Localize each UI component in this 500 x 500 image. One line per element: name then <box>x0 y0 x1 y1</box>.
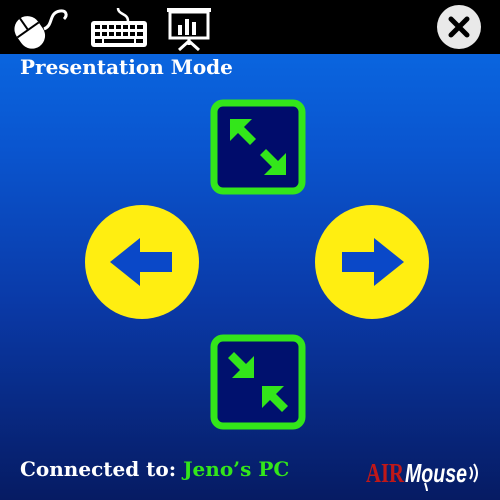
svg-text:Mouse: Mouse <box>405 458 467 488</box>
exit-fullscreen-button[interactable] <box>210 334 306 430</box>
svg-text:AIR: AIR <box>366 458 404 488</box>
device-name: Jeno’s PC <box>183 457 290 481</box>
page-title: Presentation Mode <box>20 55 233 79</box>
airmouse-logo: AIR Mouse <box>366 455 482 492</box>
close-button[interactable] <box>436 4 482 50</box>
collapse-arrows-icon <box>210 334 306 430</box>
status-label: Connected to: <box>20 457 177 481</box>
close-icon <box>437 5 481 49</box>
previous-slide-button[interactable] <box>84 204 200 320</box>
mouse-icon[interactable] <box>8 5 70 49</box>
keyboard-icon[interactable] <box>88 5 150 49</box>
arrow-right-icon <box>315 205 429 319</box>
expand-arrows-icon <box>210 99 306 195</box>
fullscreen-button[interactable] <box>210 99 306 195</box>
presentation-icon[interactable] <box>164 5 214 52</box>
next-slide-button[interactable] <box>314 204 430 320</box>
connection-status: Connected to: Jeno’s PC <box>20 455 289 483</box>
top-toolbar <box>0 0 500 54</box>
arrow-left-icon <box>85 205 199 319</box>
